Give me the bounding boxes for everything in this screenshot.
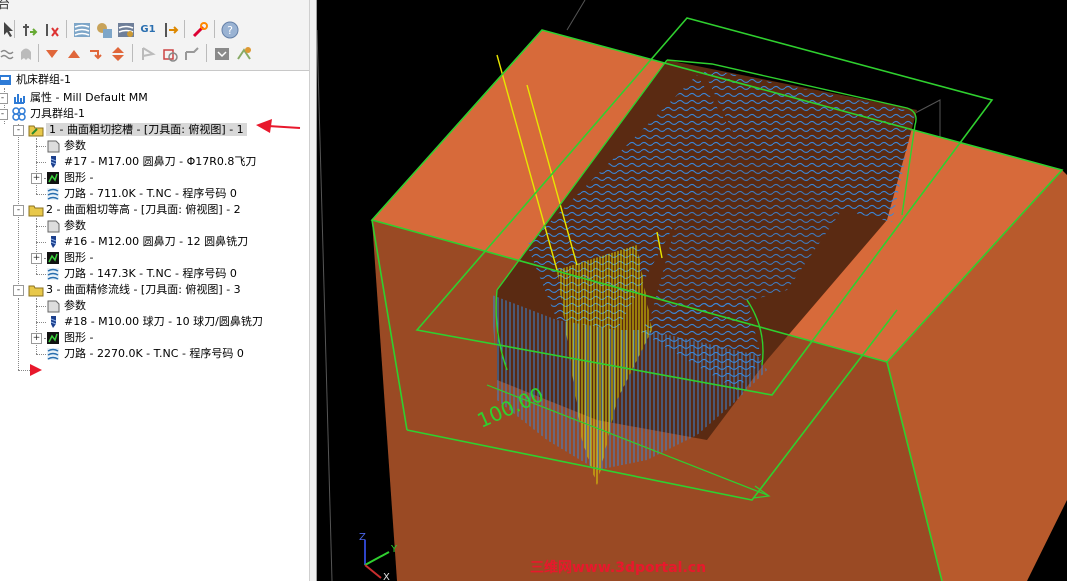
axis-label-x: X <box>383 572 390 581</box>
toolpath-icon <box>46 267 60 281</box>
tree-item-toolpath-3[interactable]: 刀路 - 2270.0K - T.NC - 程序号码 0 <box>46 346 244 362</box>
operation-folder-icon <box>28 123 44 137</box>
tree-item-toolpath-group[interactable]: 刀具群组-1 <box>12 106 85 122</box>
machine-group-icon <box>0 73 12 87</box>
tree-item-parameters-2[interactable]: 参数 <box>46 218 86 234</box>
collapse-toggle[interactable]: - <box>13 205 24 216</box>
watermark-text: 三维网www.3dportal.cn <box>530 560 707 576</box>
operations-toolbar: 台 G1 ? <box>0 0 309 71</box>
tree-item-parameters-3[interactable]: 参数 <box>46 298 86 314</box>
annotation-arrow-icon <box>254 119 302 139</box>
backplot-icon[interactable] <box>234 44 254 64</box>
collapse-toggle[interactable]: - <box>13 285 24 296</box>
tree-item-operation-1[interactable]: 1 - 曲面粗切挖槽 - [刀具面: 俯视图] - 1 <box>28 122 247 138</box>
tree-item-tool-1[interactable]: #17 - M17.00 圆鼻刀 - Φ17R0.8飞刀 <box>46 154 256 170</box>
tool-icon <box>46 235 60 249</box>
move-up-icon[interactable] <box>64 44 84 64</box>
g1-button[interactable]: G1 <box>138 20 158 40</box>
tree-item-properties[interactable]: 属性 - Mill Default MM <box>12 90 148 106</box>
deselect-operations-icon[interactable] <box>42 20 62 40</box>
lock-icon[interactable] <box>138 44 158 64</box>
tool-icon <box>46 155 60 169</box>
graphics-viewport[interactable]: 100.00 Z Y X <box>317 0 1067 581</box>
svg-text:?: ? <box>227 24 233 37</box>
tree-item-tool-3[interactable]: #18 - M10.00 球刀 - 10 球刀/圆鼻铣刀 <box>46 314 263 330</box>
geometry-icon <box>46 331 60 345</box>
tree-item-tool-2[interactable]: #16 - M12.00 圆鼻刀 - 12 圆鼻铣刀 <box>46 234 248 250</box>
parameters-icon <box>46 219 60 233</box>
insert-position-marker-icon[interactable] <box>28 362 44 381</box>
wrench-icon[interactable] <box>190 20 210 40</box>
operations-manager-panel: 台 G1 ? - - - + - + - + 机床群组-1 属性 - Mill … <box>0 0 316 581</box>
tool-icon <box>46 315 60 329</box>
help-icon[interactable]: ? <box>220 20 240 40</box>
operation-folder-icon <box>28 283 44 297</box>
operation-folder-icon <box>28 203 44 217</box>
axis-label-z: Z <box>359 532 366 543</box>
properties-icon <box>12 91 26 105</box>
tree-item-operation-2[interactable]: 2 - 曲面粗切等高 - [刀具面: 俯视图] - 2 <box>28 202 241 218</box>
workpiece-scene: 100.00 Z Y X <box>317 0 1067 581</box>
tree-item-geometry-3[interactable]: 图形 - <box>46 330 93 346</box>
parameters-icon <box>46 139 60 153</box>
toolpath-icon <box>46 187 60 201</box>
ghost-icon[interactable] <box>16 44 36 64</box>
insert-arrow-icon[interactable] <box>86 44 106 64</box>
expand-toggle[interactable]: + <box>31 173 42 184</box>
toolpath-icon <box>46 347 60 361</box>
toolpath-group-icon <box>12 107 26 121</box>
geometry-icon <box>46 171 60 185</box>
geometry-icon <box>46 251 60 265</box>
tree-item-toolpath-2[interactable]: 刀路 - 147.3K - T.NC - 程序号码 0 <box>46 266 237 282</box>
panel-title-glyph: 台 <box>0 0 10 11</box>
operations-tree: - - - + - + - + 机床群组-1 属性 - Mill Default… <box>0 72 309 581</box>
wave-icon[interactable] <box>0 44 14 64</box>
tree-item-operation-3[interactable]: 3 - 曲面精修流线 - [刀具面: 俯视图] - 3 <box>28 282 241 298</box>
expand-toggle[interactable]: - <box>0 93 8 104</box>
parameters-icon <box>46 299 60 313</box>
expand-toggle[interactable]: - <box>0 109 8 120</box>
regenerate-selected-icon[interactable] <box>116 20 136 40</box>
select-arrow-icon[interactable] <box>0 20 14 40</box>
expand-toggle[interactable]: + <box>31 253 42 264</box>
grid-line <box>317 29 333 581</box>
expand-toggle[interactable]: + <box>31 333 42 344</box>
move-insert-both-icon[interactable] <box>108 44 128 64</box>
axis-triad: Z Y X <box>359 532 398 581</box>
tree-item-parameters-1[interactable]: 参数 <box>46 138 86 154</box>
toggle-display-icon[interactable] <box>160 44 180 64</box>
simulate-verify-icon[interactable] <box>212 44 232 64</box>
grid-line <box>566 0 586 31</box>
tree-item-geometry-2[interactable]: 图形 - <box>46 250 93 266</box>
tree-item-machine-group[interactable]: 机床群组-1 <box>0 72 71 88</box>
axis-label-y: Y <box>390 544 398 555</box>
tree-item-toolpath-1[interactable]: 刀路 - 711.0K - T.NC - 程序号码 0 <box>46 186 237 202</box>
tree-item-geometry-1[interactable]: 图形 - <box>46 170 93 186</box>
toggle-posting-icon[interactable] <box>182 44 202 64</box>
post-selected-icon[interactable] <box>160 20 180 40</box>
collapse-toggle[interactable]: - <box>13 125 24 136</box>
regenerate-dirty-icon[interactable] <box>94 20 114 40</box>
panel-splitter[interactable] <box>309 0 317 581</box>
move-down-icon[interactable] <box>42 44 62 64</box>
regenerate-all-icon[interactable] <box>72 20 92 40</box>
select-all-operations-icon[interactable] <box>20 20 40 40</box>
